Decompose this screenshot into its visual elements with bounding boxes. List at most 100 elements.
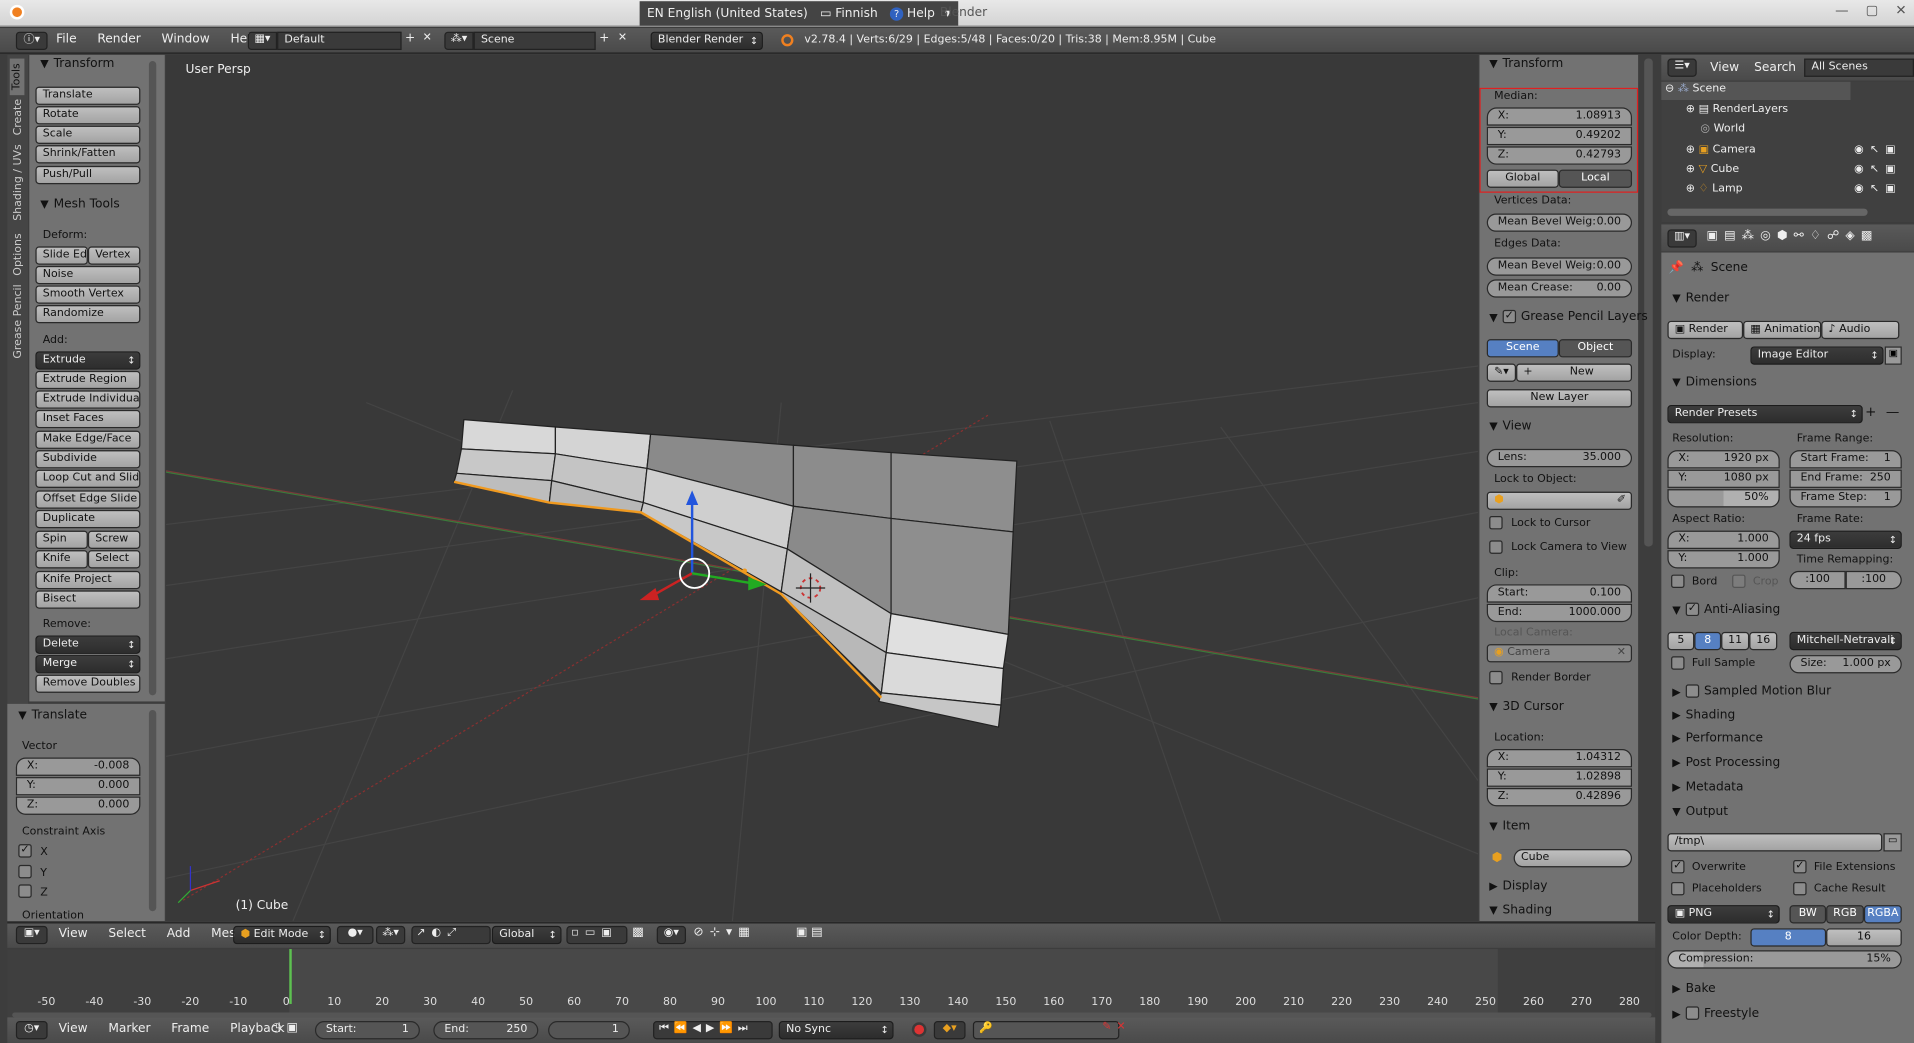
properties-context-icons[interactable]: ▣▤⁂◎⬢⚯♢☍◈▩ — [1706, 229, 1878, 242]
outliner-view-menu[interactable]: View — [1710, 61, 1739, 74]
gp-new-button[interactable]: + New — [1516, 363, 1633, 382]
n-transform-header[interactable]: ▼ Transform — [1489, 57, 1563, 70]
local-camera-clear-icon[interactable]: ✕ — [1617, 645, 1626, 661]
sync-dropdown[interactable]: No Sync — [778, 1021, 894, 1040]
timeline-end-field[interactable]: End: 250 — [433, 1021, 539, 1040]
finnish-label[interactable]: Finnish — [835, 7, 877, 20]
remove-doubles-button[interactable]: Remove Doubles — [35, 674, 141, 693]
tool-shelf-scrollbar[interactable] — [148, 60, 157, 696]
pencil-icon[interactable]: ✎▾ — [1486, 363, 1517, 382]
snap-icons[interactable]: ⊘⊹▾▦ — [693, 926, 756, 939]
vector-x-field[interactable]: X: -0.008 — [15, 757, 141, 776]
scene-field[interactable]: Scene — [473, 31, 596, 51]
keying-set-field[interactable]: 🔑 — [972, 1021, 1120, 1040]
language-label[interactable]: EN English (United States) — [647, 7, 808, 20]
aa-filter-dropdown[interactable]: Mitchell-Netravali — [1789, 631, 1902, 651]
render-header[interactable]: ▼ Render — [1672, 292, 1729, 305]
display-window-icon[interactable]: ▣ — [1884, 346, 1902, 365]
cursor-x-field[interactable]: X: 1.04312 — [1486, 749, 1633, 768]
animation-button[interactable]: ▦ Animation — [1743, 320, 1822, 340]
tab-tools[interactable]: Tools — [9, 58, 25, 96]
new-layer-button[interactable]: New Layer — [1486, 389, 1633, 408]
output-path-field[interactable]: /tmp\ — [1667, 833, 1883, 852]
scene-icon[interactable]: ⁂▾ — [444, 31, 474, 51]
clip-end-field[interactable]: End: 1000.000 — [1486, 603, 1633, 623]
tab-create[interactable]: Create — [11, 94, 26, 140]
outliner-search-menu[interactable]: Search — [1754, 61, 1796, 74]
duplicate-button[interactable]: Duplicate — [35, 509, 141, 529]
audio-button[interactable]: ♪ Audio — [1821, 320, 1900, 340]
merge-dropdown[interactable]: Merge — [35, 655, 141, 674]
translate-button[interactable]: Translate — [35, 86, 141, 105]
aa-11-button[interactable]: 11 — [1721, 631, 1750, 651]
frame-step-field[interactable]: Frame Step: 1 — [1789, 489, 1902, 508]
constraint-z-checkbox[interactable] — [18, 884, 32, 898]
smooth-vertex-button[interactable]: Smooth Vertex — [35, 285, 141, 304]
layout-add-icon[interactable]: + — [402, 32, 419, 50]
anti-aliasing-checkbox[interactable]: ✓ — [1685, 602, 1700, 617]
delete-dropdown[interactable]: Delete — [35, 635, 141, 654]
preset-add-icon[interactable]: + — [1865, 404, 1876, 420]
translate-operator-header[interactable]: ▼ Translate — [18, 709, 87, 722]
median-z-field[interactable]: Z: 0.42793 — [1486, 146, 1633, 165]
extrude-region-button[interactable]: Extrude Region — [35, 370, 141, 390]
gp-object-toggle[interactable]: Object — [1558, 339, 1633, 358]
extrude-individual-button[interactable]: Extrude Individual — [35, 390, 141, 409]
output-header[interactable]: ▼ Output — [1672, 805, 1728, 818]
gp-scene-toggle[interactable]: Scene — [1486, 339, 1559, 358]
operator-scrollbar[interactable] — [148, 709, 157, 912]
cursor-y-field[interactable]: Y: 1.02898 — [1486, 768, 1633, 787]
aspect-y-field[interactable]: Y: 1.000 — [1667, 550, 1780, 569]
constraint-y-checkbox[interactable] — [18, 864, 32, 879]
randomize-button[interactable]: Randomize — [35, 304, 141, 324]
outliner-item-world[interactable]: ◎ World — [1700, 123, 1745, 135]
output-folder-icon[interactable]: ▭ — [1883, 833, 1902, 852]
push-pull-button[interactable]: Push/Pull — [35, 165, 141, 185]
median-y-field[interactable]: Y: 0.49202 — [1486, 126, 1633, 146]
editor-type-info-icon[interactable]: ⓘ▾ — [15, 31, 48, 51]
compression-field[interactable]: Compression: 15% — [1667, 950, 1902, 969]
pin-icon[interactable]: 📌 — [1669, 261, 1684, 274]
depth-8-toggle[interactable]: 8 — [1750, 928, 1827, 947]
knife-select-button[interactable]: Select — [87, 550, 141, 569]
cursor-3d-header[interactable]: ▼ 3D Cursor — [1489, 700, 1564, 713]
maximize-icon[interactable]: ▢ — [1866, 2, 1879, 18]
crop-checkbox[interactable] — [1732, 574, 1746, 588]
time-remap-old-field[interactable]: :100 — [1789, 570, 1846, 590]
inset-faces-button[interactable]: Inset Faces — [35, 409, 141, 429]
pivot-point-icon[interactable]: ⁂▾ — [375, 925, 406, 945]
properties-editor-icon[interactable]: ▥▾ — [1667, 229, 1697, 248]
scene-add-icon[interactable]: + — [596, 32, 613, 45]
tab-options[interactable]: Options — [11, 228, 26, 280]
lock-camera-checkbox[interactable] — [1489, 540, 1503, 554]
menu-render[interactable]: Render — [97, 33, 140, 46]
aa-16-button[interactable]: 16 — [1749, 631, 1778, 651]
spin-button[interactable]: Spin — [35, 530, 88, 549]
cache-result-checkbox[interactable] — [1793, 881, 1807, 896]
mesh-tools-header[interactable]: ▼ Mesh Tools — [40, 198, 119, 211]
local-toggle[interactable]: Local — [1558, 169, 1633, 188]
grease-pencil-checkbox[interactable]: ✓ — [1502, 309, 1516, 324]
metadata-header[interactable]: ▶ Metadata — [1672, 781, 1743, 794]
shrink-fatten-button[interactable]: Shrink/Fatten — [35, 145, 141, 164]
menu-window[interactable]: Window — [162, 33, 210, 46]
display-header[interactable]: ▶ Display — [1489, 880, 1547, 893]
resolution-percent-field[interactable]: 50% — [1667, 489, 1780, 508]
cursor-z-field[interactable]: Z: 0.42896 — [1486, 788, 1633, 807]
render-presets-dropdown[interactable]: Render Presets — [1667, 405, 1863, 424]
current-frame-field[interactable]: 1 — [548, 1021, 630, 1040]
minimize-icon[interactable]: — — [1835, 2, 1848, 18]
menu-select[interactable]: Select — [108, 927, 146, 940]
view-header[interactable]: ▼ View — [1489, 420, 1531, 433]
anti-aliasing-header[interactable]: ▼ ✓ Anti-Aliasing — [1672, 602, 1780, 617]
eyedropper-icon[interactable]: ✐ — [1617, 493, 1626, 509]
properties-scrollbar[interactable] — [1644, 58, 1653, 547]
cube-visibility-icons[interactable]: ◉↖▣ — [1854, 163, 1901, 175]
file-extensions-checkbox[interactable]: ✓ — [1793, 860, 1807, 874]
outliner-item-renderlayers[interactable]: ⊕ ▤ RenderLayers — [1686, 104, 1788, 116]
offset-edge-slide-button[interactable]: Offset Edge Slide — [35, 490, 141, 509]
global-toggle[interactable]: Global — [1486, 169, 1559, 188]
shading-header[interactable]: ▼ Shading — [1489, 904, 1552, 917]
end-frame-field[interactable]: End Frame: 250 — [1789, 469, 1902, 488]
preset-remove-icon[interactable]: — — [1886, 404, 1899, 420]
